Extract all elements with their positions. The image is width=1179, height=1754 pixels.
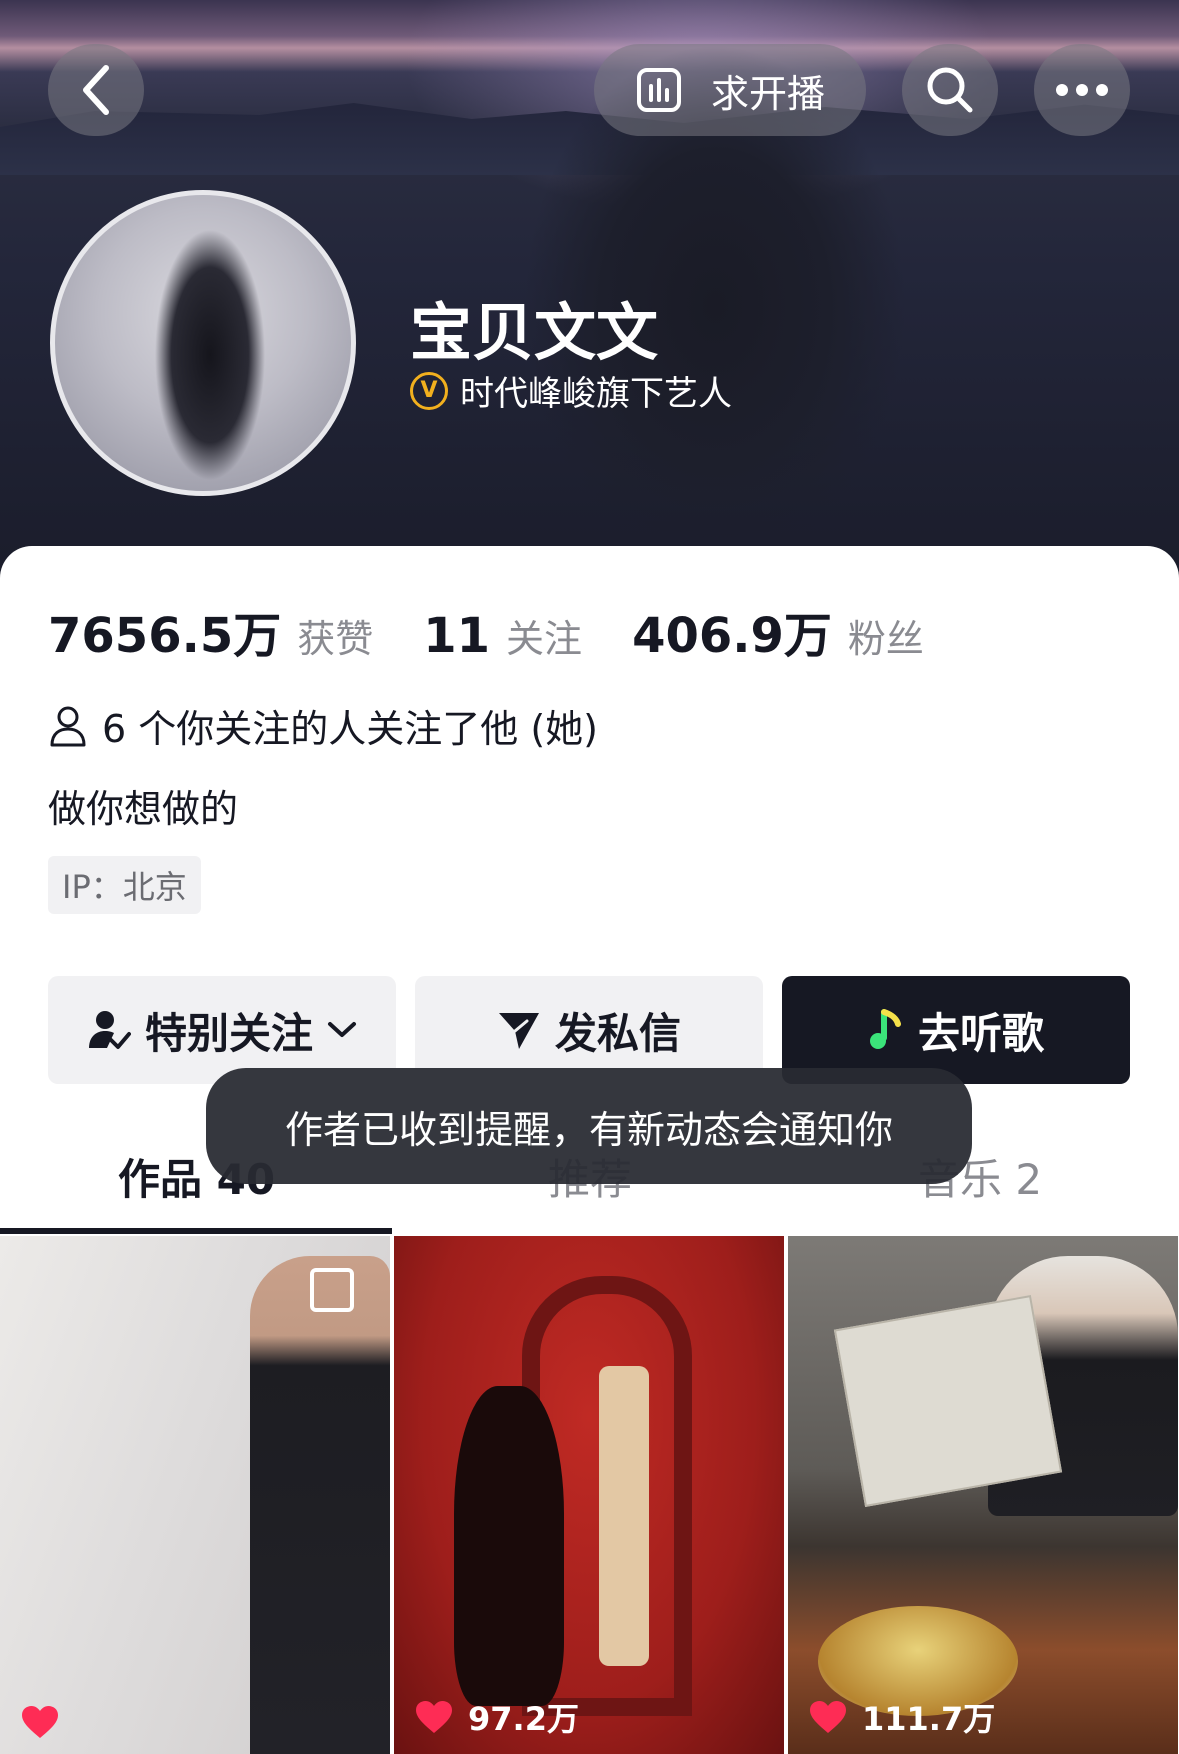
heart-icon — [810, 1701, 846, 1733]
following-count[interactable]: 11 — [423, 608, 490, 664]
mutual-followers[interactable]: 6 个你关注的人关注了他 (她) — [48, 698, 598, 753]
video-thumbnail[interactable] — [0, 1236, 390, 1754]
video-likes-count: 97.2万 — [468, 1700, 579, 1738]
avatar-figure — [155, 230, 265, 480]
person-check-icon — [88, 1011, 131, 1049]
thumbnail-newspaper — [833, 1295, 1063, 1507]
thumbnail-dancer — [454, 1386, 564, 1706]
profile-banner: 求开播 宝贝文文 V 时代峰峻旗下艺人 — [0, 0, 1179, 600]
request-live-label: 求开播 — [710, 71, 825, 116]
profile-name: 宝贝文文 — [410, 296, 659, 369]
stats-row: 7656.5万 获赞 11 关注 406.9万 粉丝 — [48, 596, 974, 666]
video-likes — [20, 1704, 74, 1740]
verified-badge: V 时代峰峻旗下艺人 — [410, 366, 732, 415]
verified-label: 时代峰峻旗下艺人 — [460, 374, 732, 414]
mutual-followers-text: 6 个你关注的人关注了他 (她) — [102, 707, 598, 751]
video-thumbnail[interactable]: 97.2万 — [394, 1236, 784, 1754]
person-icon — [50, 706, 86, 746]
request-live-button[interactable]: 求开播 — [594, 44, 866, 136]
thumbnail-person — [250, 1256, 390, 1754]
send-message-label: 发私信 — [554, 1008, 681, 1058]
search-icon — [927, 67, 973, 113]
video-likes: 97.2万 — [414, 1694, 579, 1740]
heart-icon — [22, 1706, 58, 1738]
chevron-left-icon — [83, 65, 109, 115]
back-button[interactable] — [48, 44, 144, 136]
bar-chart-icon — [636, 68, 681, 112]
listen-music-label: 去听歌 — [917, 1008, 1044, 1058]
avatar[interactable] — [50, 190, 356, 496]
likes-count: 7656.5万 — [48, 608, 282, 664]
heart-icon — [416, 1701, 452, 1733]
send-icon — [498, 1013, 539, 1049]
video-thumbnail[interactable]: 111.7万 — [788, 1236, 1178, 1754]
more-dots-icon — [1056, 84, 1108, 96]
multi-image-icon — [310, 1268, 354, 1312]
chevron-down-icon — [328, 1022, 356, 1037]
search-button[interactable] — [902, 44, 998, 136]
ip-location-tag: IP：北京 — [48, 856, 201, 914]
video-likes-count: 111.7万 — [862, 1700, 996, 1738]
music-note-icon — [869, 1009, 901, 1049]
thumbnail-figure — [599, 1366, 649, 1666]
more-button[interactable] — [1034, 44, 1130, 136]
toast-notification: 作者已收到提醒，有新动态会通知你 — [206, 1068, 972, 1184]
verified-v-icon: V — [410, 371, 448, 410]
active-tab-indicator — [0, 1228, 392, 1234]
video-grid: 97.2万 111.7万 — [0, 1236, 1179, 1754]
followers-label[interactable]: 粉丝 — [848, 608, 924, 663]
following-label[interactable]: 关注 — [506, 608, 582, 663]
video-likes: 111.7万 — [808, 1694, 995, 1740]
followers-count[interactable]: 406.9万 — [632, 596, 832, 666]
bio: 做你想做的 — [48, 787, 239, 831]
likes-label: 获赞 — [297, 617, 374, 661]
special-follow-label: 特别关注 — [144, 1008, 313, 1058]
